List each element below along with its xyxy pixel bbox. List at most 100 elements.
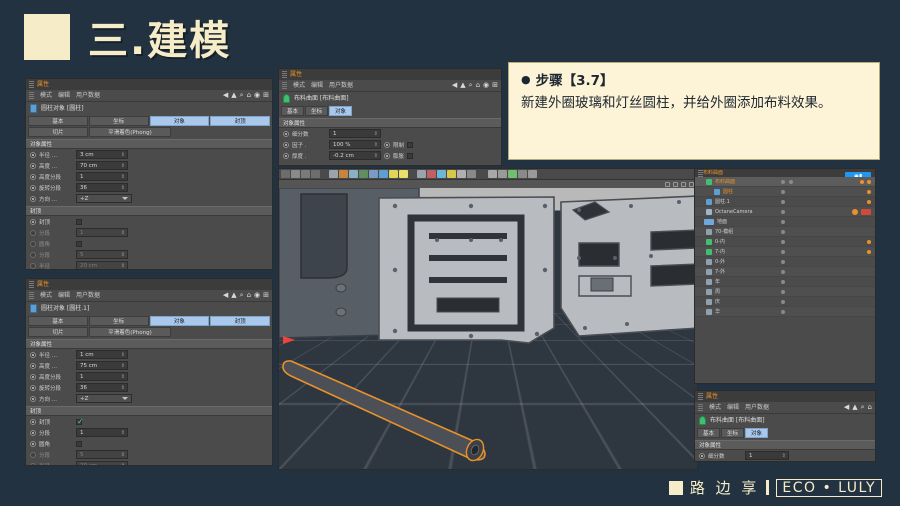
- radio-icon[interactable]: [30, 384, 36, 391]
- list-item[interactable]: 0-外: [695, 257, 875, 267]
- layout-icon[interactable]: ⊞: [263, 92, 269, 99]
- menu-mode[interactable]: 模式: [293, 82, 305, 89]
- radio-icon[interactable]: [283, 141, 289, 148]
- radio-icon[interactable]: [30, 440, 36, 447]
- prop-row-height-segments[interactable]: 高度分段 1 ⇕: [26, 371, 272, 382]
- menubar-grip-icon[interactable]: [29, 92, 34, 99]
- object-visibility-dots[interactable]: [781, 309, 785, 314]
- panel-titlebar[interactable]: 属性: [695, 391, 875, 402]
- menu-userdata[interactable]: 用户数据: [745, 404, 769, 411]
- object-visibility-dots[interactable]: [781, 179, 793, 184]
- tool-icon-render-view[interactable]: [349, 170, 358, 178]
- radio-icon-limit[interactable]: [384, 141, 390, 148]
- tab-basic[interactable]: 基本: [28, 316, 88, 326]
- spinner-icon[interactable]: ⇕: [121, 463, 125, 466]
- radio-icon[interactable]: [699, 452, 705, 459]
- panel-grip-icon[interactable]: [29, 81, 34, 88]
- tab-row-secondary[interactable]: 切片 平滑着色(Phong): [26, 126, 272, 137]
- prop-dropdown-orientation[interactable]: +Z: [76, 394, 132, 403]
- prop-value-fillet-radius[interactable]: 20 cm ⇕: [76, 261, 128, 269]
- menu-edit[interactable]: 编辑: [58, 92, 70, 99]
- prop-row-orientation[interactable]: 方向 ... +Z: [26, 193, 272, 204]
- radio-icon[interactable]: [30, 395, 36, 402]
- list-item[interactable]: 7-外: [695, 267, 875, 277]
- prop-value-subdivision[interactable]: 1 ⇕: [745, 451, 789, 460]
- spinner-icon[interactable]: ⇕: [121, 252, 125, 258]
- object-visibility-dots[interactable]: [781, 269, 785, 274]
- spinner-icon[interactable]: ⇕: [121, 174, 125, 180]
- panel-menubar[interactable]: 模式 编辑 用户数据 ◀ ▲ ⌕ ⌂ ◉ ⊞: [279, 80, 501, 92]
- radio-icon[interactable]: [30, 173, 36, 180]
- tab-basic[interactable]: 基本: [281, 106, 305, 116]
- prop-value-fillet-segments[interactable]: 5 ⇕: [76, 450, 128, 459]
- radio-icon[interactable]: [30, 218, 36, 225]
- prop-value-subdivision[interactable]: 1 ⇕: [329, 129, 381, 138]
- attributes-panel-cylinder-1[interactable]: 属性 模式 编辑 用户数据 ◀ ▲ ⌕ ⌂ ◉ ⊞ 圆柱对象 [圆柱] 基本 坐…: [25, 78, 273, 270]
- menu-mode[interactable]: 模式: [40, 92, 52, 99]
- tab-object[interactable]: 对象: [149, 316, 210, 326]
- panel-titlebar[interactable]: 属性: [26, 79, 272, 90]
- back-arrow-icon[interactable]: ◀: [223, 92, 228, 99]
- checkbox-cap[interactable]: [76, 417, 84, 426]
- radio-icon[interactable]: [30, 262, 36, 269]
- tool-icon-render-region[interactable]: [359, 170, 368, 178]
- object-tags[interactable]: [867, 189, 871, 194]
- menu-edit[interactable]: 编辑: [727, 404, 739, 411]
- tab-cap[interactable]: 封顶: [210, 116, 270, 126]
- prop-value-rotation-segments[interactable]: 36 ⇕: [76, 183, 128, 192]
- object-visibility-dots[interactable]: [781, 199, 785, 204]
- prop-row-orientation[interactable]: 方向 ... +Z: [26, 393, 272, 404]
- prop-row-height[interactable]: 高度 ... 70 cm ⇕: [26, 160, 272, 171]
- object-visibility-dots[interactable]: [781, 259, 785, 264]
- prop-value-height-segments[interactable]: 1 ⇕: [76, 172, 128, 181]
- prop-value-fillet-radius[interactable]: 20 cm ⇕: [76, 461, 128, 466]
- object-tags[interactable]: [867, 239, 871, 244]
- object-visibility-dots[interactable]: [781, 239, 785, 244]
- menu-edit[interactable]: 编辑: [311, 82, 323, 89]
- list-item[interactable]: 年: [695, 277, 875, 287]
- prop-value-thickness[interactable]: -0.2 cm ⇕: [329, 151, 381, 160]
- prop-row-rotation-segments[interactable]: 旋转分段 36 ⇕: [26, 182, 272, 193]
- tab-basic[interactable]: 基本: [697, 428, 721, 438]
- tab-coord[interactable]: 坐标: [305, 106, 329, 116]
- tab-row-primary[interactable]: 基本 坐标 对象 封顶: [26, 315, 272, 326]
- panel-menubar[interactable]: 模式 编辑 用户数据 ◀ ▲ ⌕ ⌂ ◉ ⊞: [26, 90, 272, 102]
- tab-basic[interactable]: 基本: [28, 116, 88, 126]
- object-visibility-dots[interactable]: [781, 299, 785, 304]
- prop-row-subdivision[interactable]: 细分数 1 ⇕: [695, 450, 875, 461]
- tab-cap[interactable]: 封顶: [210, 316, 270, 326]
- tool-icon-move[interactable]: [291, 170, 300, 178]
- object-visibility-dots[interactable]: [781, 229, 785, 234]
- spinner-icon[interactable]: ⇕: [121, 152, 125, 158]
- checkbox-cap[interactable]: [76, 218, 82, 225]
- tab-object[interactable]: 对象: [149, 116, 210, 126]
- tool-icon-deformer[interactable]: [427, 170, 436, 178]
- spinner-icon[interactable]: ⇕: [121, 352, 125, 358]
- layout-icon[interactable]: ⊞: [263, 292, 269, 299]
- spinner-icon[interactable]: ⇕: [121, 230, 125, 236]
- panel-grip-icon[interactable]: [282, 71, 287, 78]
- radio-icon[interactable]: [30, 251, 36, 258]
- chevron-down-icon[interactable]: [122, 397, 128, 400]
- object-tags[interactable]: [867, 249, 871, 254]
- lock-icon[interactable]: ⌂: [868, 404, 872, 411]
- checkbox-inflate[interactable]: [407, 152, 414, 159]
- record-icon[interactable]: ◉: [254, 292, 260, 299]
- viewport-canvas[interactable]: [279, 188, 697, 469]
- tab-phong[interactable]: 平滑着色(Phong): [89, 127, 171, 137]
- tool-icon-array[interactable]: [417, 170, 426, 178]
- list-item[interactable]: 周: [695, 287, 875, 297]
- radio-icon[interactable]: [30, 462, 36, 465]
- list-item[interactable]: 7-内: [695, 247, 875, 257]
- radio-icon[interactable]: [30, 240, 36, 247]
- prop-row-fillet[interactable]: 圆角: [26, 438, 272, 449]
- tool-icon-mograph[interactable]: [488, 170, 497, 178]
- panel-icon-group[interactable]: ◀ ▲ ⌕ ⌂: [844, 404, 872, 411]
- prop-row-height-segments[interactable]: 高度分段 1 ⇕: [26, 171, 272, 182]
- panel-titlebar[interactable]: 属性: [279, 69, 501, 80]
- radio-icon[interactable]: [30, 195, 36, 202]
- tool-icon-character[interactable]: [508, 170, 517, 178]
- panel-icon-group[interactable]: ◀ ▲ ⌕ ⌂ ◉ ⊞: [223, 92, 269, 99]
- prop-dropdown-orientation[interactable]: +Z: [76, 194, 132, 203]
- radio-icon[interactable]: [30, 362, 36, 369]
